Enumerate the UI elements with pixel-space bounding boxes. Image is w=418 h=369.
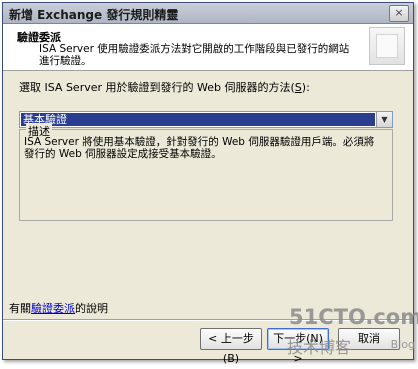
back-button[interactable]: < 上一步(B) [200,328,262,365]
description-group: 描述 ISA Server 將使用基本驗證，針對發行的 Web 伺服器驗證用戶端… [19,123,393,221]
watermark-line2: 技术博客 [287,338,352,357]
auth-method-dropdown[interactable]: 基本驗證 ▼ [19,111,393,128]
chevron-down-icon[interactable]: ▼ [376,112,392,127]
wizard-window: 新增 Exchange 發行規則精靈 × 驗證委派 ISA Server 使用驗… [2,2,418,365]
description-text: ISA Server 將使用基本驗證，針對發行的 Web 伺服器驗證用戶端。必須… [24,136,375,160]
wizard-header: 驗證委派 ISA Server 使用驗證委派方法對它開啟的工作階段與已發行的網站… [3,24,413,71]
close-icon: × [394,6,404,19]
auth-method-selected: 基本驗證 [21,113,375,126]
wizard-body: 選取 ISA Server 用於驗證到發行的 Web 伺服器的方法(S): 基本… [3,71,413,317]
watermark: 51CTO.com 技术博客 Blog [283,303,418,365]
header-description: ISA Server 使用驗證委派方法對它開啟的工作階段與已發行的網站進行驗證。 [39,43,350,67]
watermark-line3: Blog [390,338,415,351]
help-link[interactable]: 驗證委派 [31,302,75,315]
title-bar: 新增 Exchange 發行規則精靈 × [3,3,413,24]
help-text: 有關驗證委派的說明 [9,302,108,315]
window-title: 新增 Exchange 發行規則精靈 [9,8,179,22]
method-label: 選取 ISA Server 用於驗證到發行的 Web 伺服器的方法(S): [19,81,310,94]
watermark-line1: 51CTO.com [289,305,418,329]
close-button[interactable]: × [389,5,409,22]
wizard-graphic-icon [369,27,405,65]
